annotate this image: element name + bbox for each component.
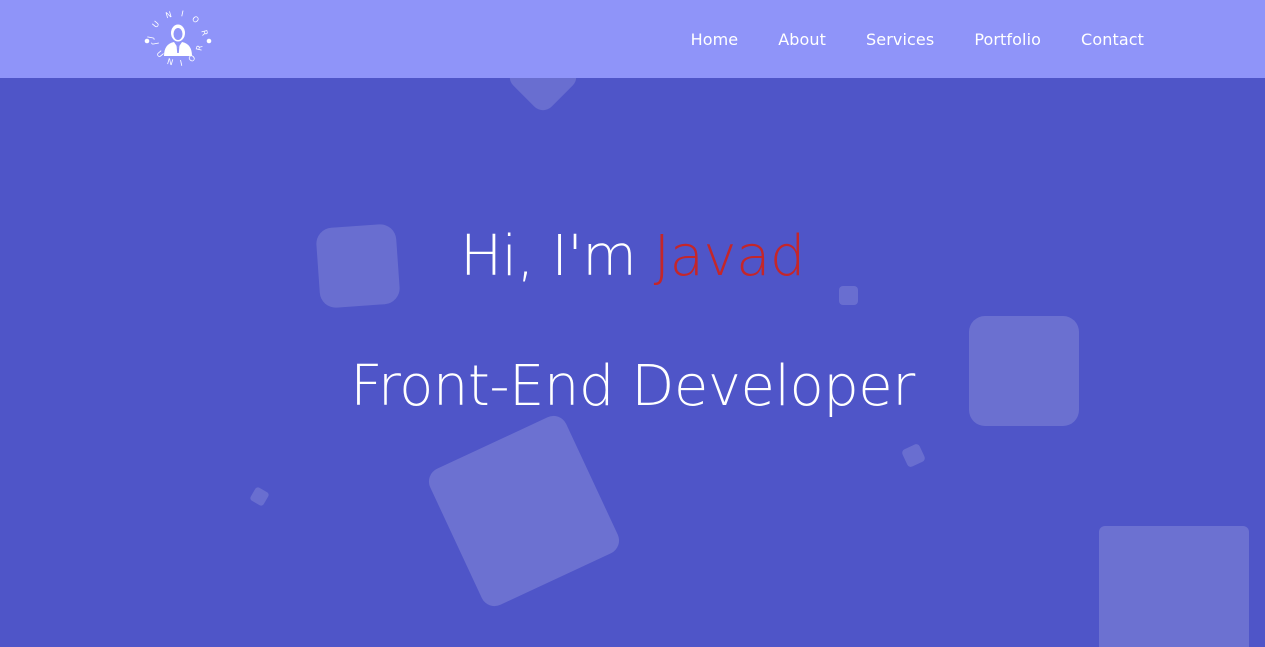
decorative-square xyxy=(249,486,270,507)
hero-name: Javad xyxy=(653,224,806,289)
nav-link-about[interactable]: About xyxy=(778,30,826,49)
nav-link-portfolio[interactable]: Portfolio xyxy=(974,30,1041,49)
decorative-square xyxy=(900,442,927,469)
nav-link-contact[interactable]: Contact xyxy=(1081,30,1144,49)
decorative-square xyxy=(504,78,582,116)
hero-section: Hi, I'm Javad Front-End Developer xyxy=(0,78,1265,647)
hero-greeting: Hi, I'm Javad xyxy=(0,224,1265,289)
nav-link-home[interactable]: Home xyxy=(691,30,739,49)
hero-greeting-text: Hi, I'm xyxy=(460,224,654,289)
decorative-square xyxy=(424,411,624,611)
navbar: J U N I O R J U N I O R Home About Servi… xyxy=(0,0,1265,78)
decorative-square xyxy=(1099,526,1249,647)
main-nav: Home About Services Portfolio Contact xyxy=(651,0,1144,78)
nav-link-services[interactable]: Services xyxy=(866,30,934,49)
person-silhouette-icon: J U N I O R J U N I O R xyxy=(144,9,212,68)
brand-logo[interactable]: J U N I O R J U N I O R xyxy=(141,4,215,78)
hero-role: Front-End Developer xyxy=(350,354,915,419)
